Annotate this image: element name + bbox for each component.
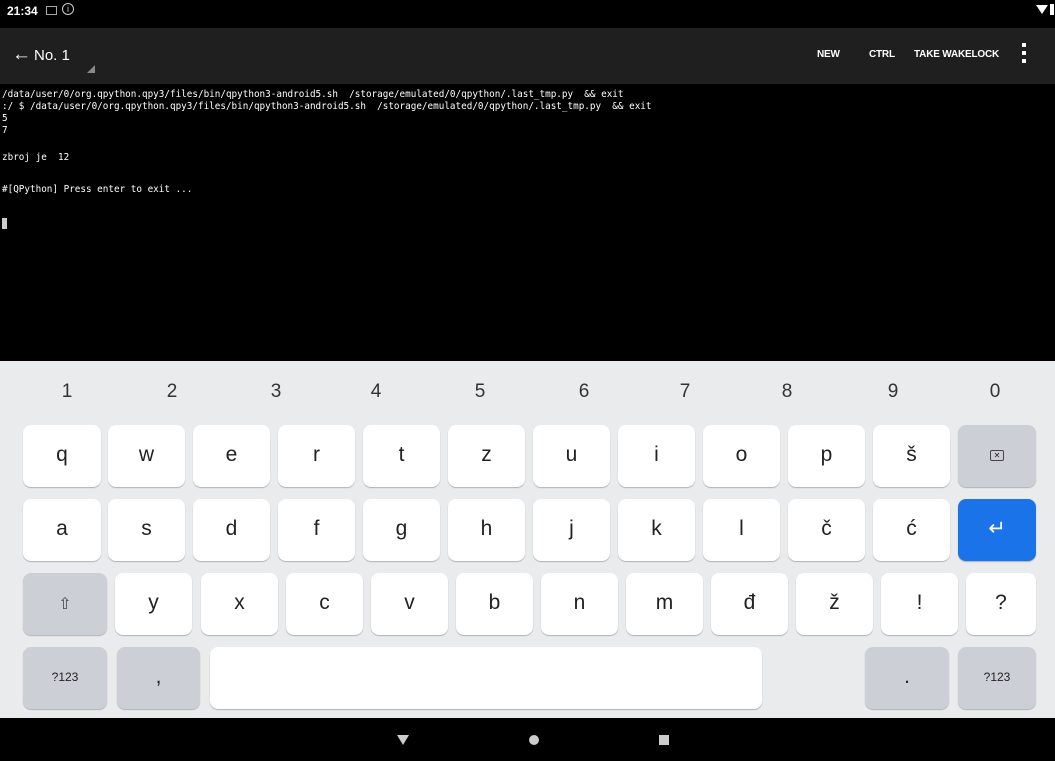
enter-button[interactable]: ↵ — [958, 499, 1036, 561]
navigation-bar — [0, 718, 1055, 761]
key-l[interactable]: l — [703, 499, 780, 561]
key-s-caron[interactable]: š — [873, 425, 950, 487]
key-r[interactable]: r — [278, 425, 355, 487]
key-o[interactable]: o — [703, 425, 780, 487]
new-button[interactable]: NEW — [817, 49, 840, 60]
terminal-line: 7 — [2, 125, 8, 136]
key-b[interactable]: b — [456, 573, 533, 635]
key-e[interactable]: e — [193, 425, 270, 487]
shift-icon: ⇧ — [58, 596, 72, 613]
info-icon: i — [62, 3, 74, 15]
key-y[interactable]: y — [115, 573, 192, 635]
key-9[interactable]: 9 — [873, 381, 913, 403]
key-comma[interactable]: , — [117, 647, 200, 709]
status-bar: 21:34 i — [0, 0, 1055, 24]
key-4[interactable]: 4 — [356, 381, 396, 403]
key-7[interactable]: 7 — [665, 381, 705, 403]
key-s[interactable]: s — [108, 499, 185, 561]
ctrl-button[interactable]: CTRL — [869, 49, 895, 60]
key-q[interactable]: q — [23, 425, 101, 487]
take-wakelock-button[interactable]: TAKE WAKELOCK — [914, 49, 999, 60]
key-6[interactable]: 6 — [564, 381, 604, 403]
terminal-output[interactable]: /data/user/0/org.qpython.qpy3/files/bin/… — [0, 86, 1055, 361]
on-screen-keyboard: 1 2 3 4 5 6 7 8 9 0 q w e r t z u i o p … — [0, 361, 1055, 718]
nav-home-icon[interactable] — [529, 735, 539, 745]
nav-back-icon[interactable] — [397, 735, 409, 745]
key-k[interactable]: k — [618, 499, 695, 561]
notification-icon — [46, 6, 57, 15]
key-d[interactable]: d — [193, 499, 270, 561]
key-c-caron[interactable]: č — [788, 499, 865, 561]
key-g[interactable]: g — [363, 499, 440, 561]
key-d-stroke[interactable]: đ — [711, 573, 788, 635]
space-bar[interactable] — [210, 647, 762, 709]
key-2[interactable]: 2 — [152, 381, 192, 403]
backspace-button[interactable]: ✕ — [958, 425, 1036, 487]
key-f[interactable]: f — [278, 499, 355, 561]
shift-button[interactable]: ⇧ — [23, 573, 107, 635]
key-8[interactable]: 8 — [767, 381, 807, 403]
key-z-caron[interactable]: ž — [796, 573, 873, 635]
more-options-icon[interactable] — [1022, 43, 1027, 67]
key-c-acute[interactable]: ć — [873, 499, 950, 561]
key-t[interactable]: t — [363, 425, 440, 487]
key-0[interactable]: 0 — [975, 381, 1015, 403]
backspace-icon: ✕ — [990, 449, 1004, 461]
battery-icon — [1050, 4, 1054, 15]
key-h[interactable]: h — [448, 499, 525, 561]
terminal-line: /data/user/0/org.qpython.qpy3/files/bin/… — [2, 89, 624, 100]
key-w[interactable]: w — [108, 425, 185, 487]
key-u[interactable]: u — [533, 425, 610, 487]
status-time: 21:34 — [7, 4, 38, 18]
key-question[interactable]: ? — [966, 573, 1036, 635]
terminal-line: :/ $ /data/user/0/org.qpython.qpy3/files… — [2, 101, 652, 112]
key-3[interactable]: 3 — [256, 381, 296, 403]
terminal-cursor — [2, 218, 7, 229]
wifi-icon — [1036, 5, 1048, 14]
symbols-button-left[interactable]: ?123 — [23, 647, 107, 709]
symbols-button-right[interactable]: ?123 — [958, 647, 1036, 709]
terminal-line: zbroj je 12 — [2, 152, 70, 163]
terminal-line: #[QPython] Press enter to exit ... — [2, 184, 193, 195]
key-c[interactable]: c — [286, 573, 363, 635]
session-title[interactable]: No. 1 — [34, 47, 70, 64]
key-1[interactable]: 1 — [47, 381, 87, 403]
key-p[interactable]: p — [788, 425, 865, 487]
key-period[interactable]: . — [865, 647, 949, 709]
key-m[interactable]: m — [626, 573, 703, 635]
key-5[interactable]: 5 — [460, 381, 500, 403]
back-arrow-icon[interactable]: ← — [12, 45, 31, 65]
key-i[interactable]: i — [618, 425, 695, 487]
key-x[interactable]: x — [201, 573, 278, 635]
key-v[interactable]: v — [371, 573, 448, 635]
dropdown-corner-icon — [87, 65, 95, 73]
key-a[interactable]: a — [23, 499, 101, 561]
key-exclamation[interactable]: ! — [881, 573, 958, 635]
app-toolbar: ← No. 1 NEW CTRL TAKE WAKELOCK — [0, 28, 1055, 84]
key-n[interactable]: n — [541, 573, 618, 635]
key-j[interactable]: j — [533, 499, 610, 561]
key-z[interactable]: z — [448, 425, 525, 487]
terminal-line: 5 — [2, 113, 8, 124]
nav-recents-icon[interactable] — [659, 735, 669, 745]
